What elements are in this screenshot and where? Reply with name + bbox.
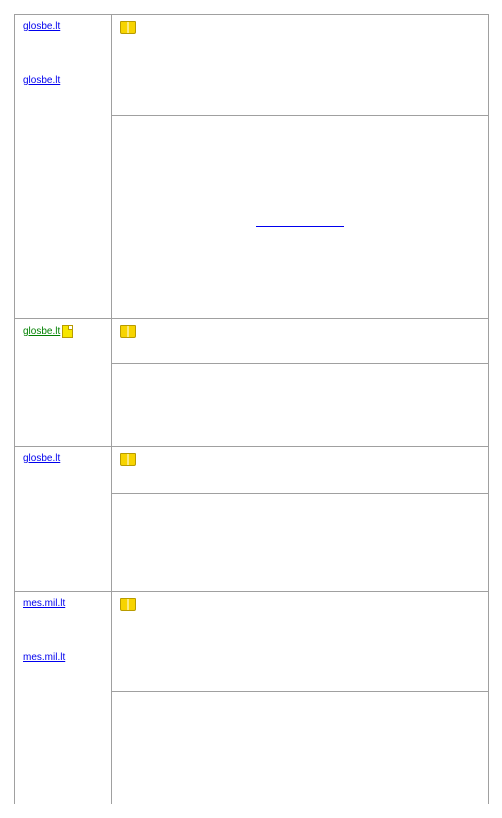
entry-title-cell: anglinis plienas	[112, 591, 489, 692]
entry-title: carbon steel	[142, 454, 196, 465]
entry-title-cell: carbon steel	[112, 15, 489, 116]
entry-title: anglinis plienas	[142, 599, 210, 610]
book-icon	[120, 325, 136, 338]
entry-body-cell	[112, 364, 489, 447]
book-icon	[120, 598, 136, 611]
book-icon	[120, 453, 136, 466]
source-link[interactable]: glosbe.lt	[23, 453, 60, 464]
more-phrases-link[interactable]: Visi žodžių junginiai	[256, 215, 343, 227]
entry-source-cell: glosbe.lt glosbe.lt	[15, 15, 112, 116]
entry-title: anglinis plienas	[142, 326, 210, 337]
entry-body-cell	[112, 692, 489, 805]
entry-source-cell: glosbe.lt	[15, 447, 112, 494]
source-link[interactable]: glosbe.lt	[23, 326, 60, 337]
entry-body-cell	[112, 493, 489, 591]
entry-source-cell: glosbe.lt	[15, 318, 112, 364]
entry-source-cell-continued	[15, 364, 112, 447]
source-link[interactable]: glosbe.lt	[23, 75, 60, 86]
entry-title: carbon steel	[142, 22, 196, 33]
entry-title-cell: anglinis plienas	[112, 318, 489, 364]
entry-source-cell-continued	[15, 692, 112, 805]
source-link[interactable]: mes.mil.lt	[23, 652, 65, 663]
entry-title-cell: carbon steel	[112, 447, 489, 494]
entry-source-cell-continued	[15, 115, 112, 318]
note-icon	[62, 325, 73, 338]
entry-source-cell: mes.mil.lt mes.mil.lt	[15, 591, 112, 692]
glossary-table: glosbe.lt glosbe.lt carbon steel saw blades…	[14, 14, 489, 804]
entry-body: saw blades that consist of a steel base …	[120, 122, 480, 187]
entry-source-cell-continued	[15, 493, 112, 591]
book-icon	[120, 21, 136, 34]
source-link[interactable]: mes.mil.lt	[23, 598, 65, 609]
source-link[interactable]: glosbe.lt	[23, 21, 60, 32]
entry-body-cell: saw blades that consist of a steel base …	[112, 115, 489, 318]
